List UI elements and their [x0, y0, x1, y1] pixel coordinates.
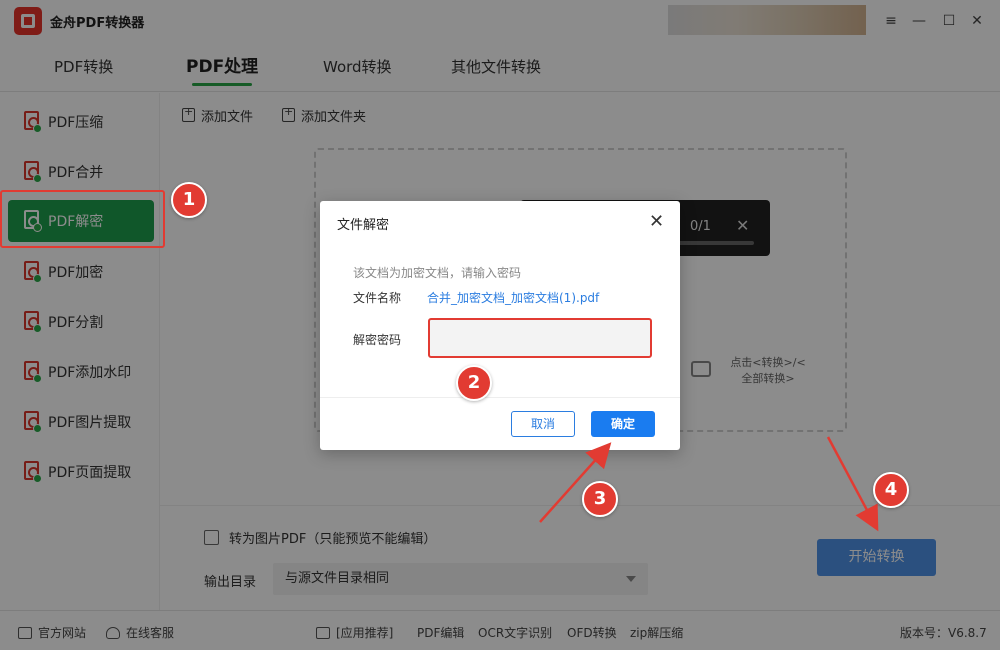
confirm-button[interactable]: 确定 [591, 411, 655, 437]
highlight-box [0, 190, 165, 248]
filename-value: 合并_加密文档_加密文档(1).pdf [427, 291, 600, 305]
cancel-button[interactable]: 取消 [511, 411, 575, 437]
step-marker-2: 2 [456, 365, 492, 401]
divider [320, 397, 680, 398]
password-input[interactable] [428, 318, 652, 358]
dialog-hint: 该文档为加密文档，请输入密码 [353, 266, 522, 280]
decrypt-dialog: 文件解密 ✕ 该文档为加密文档，请输入密码 文件名称 合并_加密文档_加密文档(… [320, 201, 680, 450]
step-marker-1: 1 [171, 182, 207, 218]
dialog-title: 文件解密 [337, 218, 390, 233]
password-label: 解密密码 [353, 333, 402, 347]
close-icon[interactable]: ✕ [649, 211, 664, 232]
step-marker-3: 3 [582, 481, 618, 517]
filename-label: 文件名称 [353, 291, 402, 305]
step-marker-4: 4 [873, 472, 909, 508]
